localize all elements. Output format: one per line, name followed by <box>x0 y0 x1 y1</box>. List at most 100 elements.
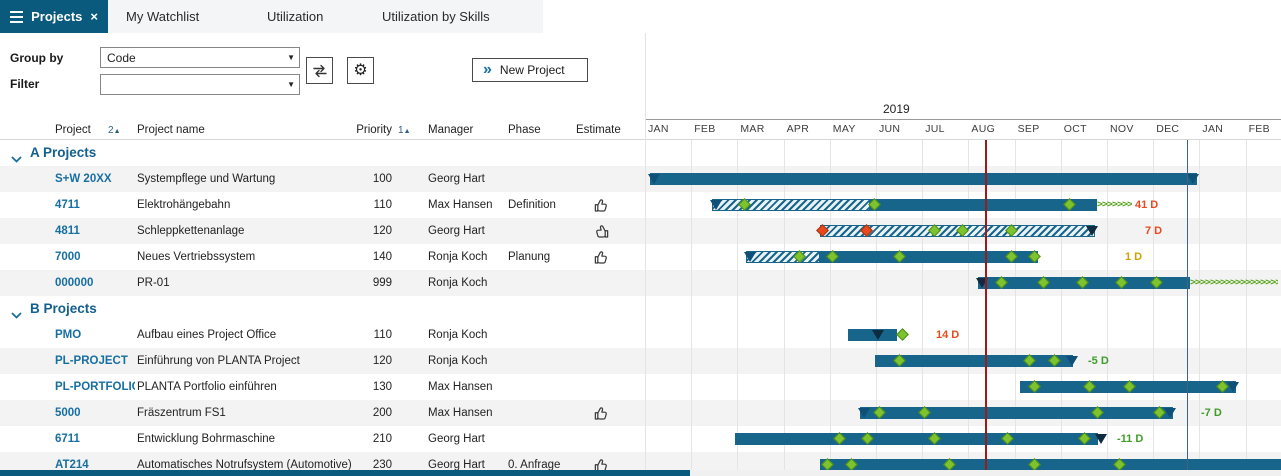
filter-label: Filter <box>10 77 39 91</box>
column-header-row: Project 2▲ Project name Priority 1▲ Mana… <box>0 121 645 140</box>
group-label: A Projects <box>30 140 96 166</box>
buffer-label: -5 D <box>1088 348 1109 374</box>
filter-select[interactable]: ▼ <box>100 74 300 95</box>
group-row[interactable]: A Projects <box>0 140 1281 166</box>
scrollbar-thumb[interactable] <box>0 470 690 476</box>
priority-value: 120 <box>330 218 392 244</box>
end-marker-icon <box>710 200 722 210</box>
thumb-up-icon[interactable] <box>593 405 610 422</box>
double-chevron-icon: » <box>483 62 492 78</box>
project-id-link[interactable]: PL-PROJECT <box>55 348 135 374</box>
project-row[interactable]: 4711Elektrohängebahn110Max HansenDefinit… <box>0 192 1281 218</box>
thumb-up-icon[interactable] <box>593 249 610 266</box>
gantt-year-header: 2019 <box>645 100 1281 120</box>
estimate-cell[interactable] <box>586 192 616 218</box>
column-project[interactable]: Project <box>55 121 91 140</box>
phase-value <box>508 322 576 348</box>
project-id-link[interactable]: 4711 <box>55 192 135 218</box>
gantt-bar-planned[interactable] <box>746 251 820 263</box>
project-id-link[interactable]: PL-PORTFOLIO <box>55 374 135 400</box>
project-id-link[interactable]: S+W 20XX <box>55 166 135 192</box>
project-row[interactable]: 5000Fräszentrum FS1200Max Hansen-7 D <box>0 400 1281 426</box>
priority-value: 110 <box>330 322 392 348</box>
column-phase[interactable]: Phase <box>508 121 541 140</box>
gantt-row: 1 D <box>645 244 1281 270</box>
month-label: SEP <box>1018 123 1040 135</box>
gantt-bar-planned[interactable] <box>712 199 870 211</box>
phase-value: Definition <box>508 192 576 218</box>
gantt-row: -11 D <box>645 426 1281 452</box>
manager-name: Georg Hart <box>428 426 506 452</box>
menu-icon[interactable] <box>10 11 23 23</box>
estimate-cell[interactable] <box>586 218 616 244</box>
project-id-link[interactable]: PMO <box>55 322 135 348</box>
project-row[interactable]: 000000PR-01999Ronja Koch>>>>>>>>>>>>>>>>… <box>0 270 1281 296</box>
close-icon[interactable]: × <box>90 9 98 24</box>
project-id-link[interactable]: 7000 <box>55 244 135 270</box>
priority-value: 200 <box>330 400 392 426</box>
year-label: 2019 <box>883 102 910 116</box>
estimate-cell[interactable] <box>586 244 616 270</box>
buffer-label: 14 D <box>936 322 959 348</box>
milestone-icon[interactable] <box>896 328 909 341</box>
column-estimate[interactable]: Estimate <box>576 121 621 140</box>
new-project-label: New Project <box>500 63 565 77</box>
priority-value: 210 <box>330 426 392 452</box>
project-id-link[interactable]: 5000 <box>55 400 135 426</box>
hand-icon[interactable] <box>593 223 610 240</box>
buffer-chevrons: >>>>>>>>>>>>>>>>>>> <box>1190 277 1278 289</box>
gantt-row: >>>>>>>41 D <box>645 192 1281 218</box>
column-priority[interactable]: Priority <box>330 121 392 140</box>
project-row[interactable]: 7000Neues Vertriebssystem140Ronja KochPl… <box>0 244 1281 270</box>
refresh-icon <box>312 64 328 78</box>
project-row[interactable]: 6711Entwicklung Bohrmaschine210Georg Har… <box>0 426 1281 452</box>
manager-name: Georg Hart <box>428 166 506 192</box>
project-id-link[interactable]: 4811 <box>55 218 135 244</box>
month-label: JUL <box>925 123 945 135</box>
project-row[interactable]: 4811Schleppkettenanlage120Georg Hart7 D <box>0 218 1281 244</box>
estimate-cell[interactable] <box>586 400 616 426</box>
sort-asc-icon: ▲ <box>114 128 121 135</box>
buffer-chevrons: >>>>>>> <box>1097 199 1132 211</box>
project-id-link[interactable]: 000000 <box>55 270 135 296</box>
project-row[interactable]: S+W 20XXSystempflege und Wartung100Georg… <box>0 166 1281 192</box>
gantt-bar[interactable] <box>650 173 1197 185</box>
month-label: JAN <box>1202 123 1223 135</box>
project-row[interactable]: PL-PORTFOLIOPLANTA Portfolio einführen13… <box>0 374 1281 400</box>
column-name[interactable]: Project name <box>137 121 205 140</box>
end-marker-icon <box>1095 434 1107 444</box>
project-id-link[interactable]: 6711 <box>55 426 135 452</box>
manager-name: Ronja Koch <box>428 270 506 296</box>
gantt-row: >>>>>>>>>>>>>>>>>>> <box>645 270 1281 296</box>
gear-icon: ⚙ <box>353 63 367 79</box>
end-marker-icon <box>1086 226 1098 236</box>
buffer-label: -11 D <box>1117 426 1143 452</box>
buffer-label: -7 D <box>1201 400 1222 426</box>
gantt-row <box>645 166 1281 192</box>
horizontal-scrollbar[interactable] <box>0 470 1281 476</box>
gantt-bar[interactable] <box>735 433 1098 445</box>
end-marker-icon <box>648 174 660 184</box>
column-manager[interactable]: Manager <box>428 121 473 140</box>
new-project-button[interactable]: » New Project <box>472 58 588 82</box>
month-label: JUN <box>879 123 900 135</box>
project-row[interactable]: PMOAufbau eines Project Office110Ronja K… <box>0 322 1281 348</box>
tab-my-watchlist[interactable]: My Watchlist <box>126 0 199 33</box>
group-row[interactable]: B Projects <box>0 296 1281 322</box>
month-label: FEB <box>1249 123 1270 135</box>
end-marker-icon <box>872 330 884 340</box>
thumb-up-icon[interactable] <box>593 197 610 214</box>
project-row[interactable]: PL-PROJECTEinführung von PLANTA Project1… <box>0 348 1281 374</box>
phase-value <box>508 270 576 296</box>
tab-utilization[interactable]: Utilization <box>267 0 323 33</box>
group-by-select[interactable]: Code ▼ <box>100 47 300 68</box>
buffer-label: 41 D <box>1135 192 1158 218</box>
settings-button[interactable]: ⚙ <box>347 57 374 84</box>
phase-value <box>508 400 576 426</box>
phase-value <box>508 166 576 192</box>
refresh-button[interactable] <box>306 57 333 84</box>
gantt-bar[interactable] <box>860 407 1173 419</box>
manager-name: Ronja Koch <box>428 348 506 374</box>
tab-utilization-by-skills[interactable]: Utilization by Skills <box>382 0 490 33</box>
tab-projects[interactable]: Projects × <box>0 0 108 33</box>
